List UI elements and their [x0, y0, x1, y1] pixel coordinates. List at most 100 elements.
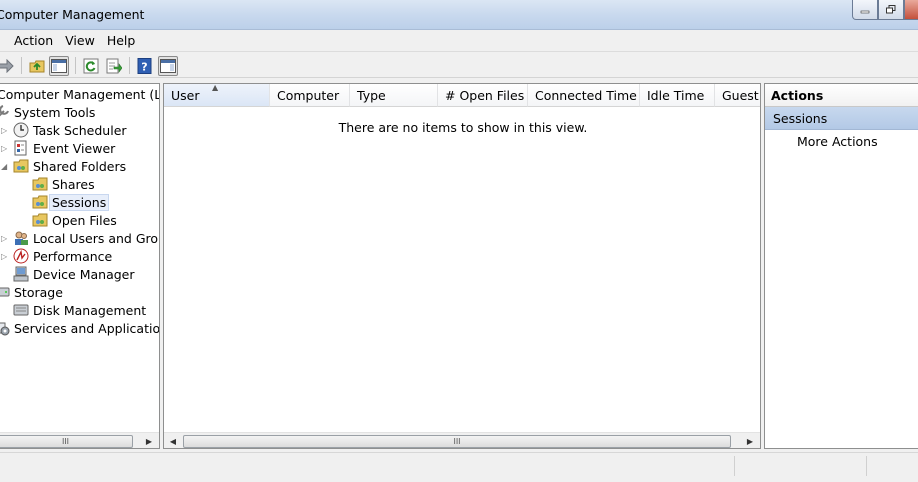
minimize-icon — [860, 10, 870, 13]
scroll-left-arrow-icon[interactable]: ◀ — [167, 435, 179, 448]
menu-help[interactable]: Help — [101, 33, 142, 48]
actions-pane: Actions Sessions More Actions — [764, 83, 918, 449]
toolbar-separator — [21, 57, 22, 74]
tree-horizontal-scrollbar[interactable]: III ▶ — [0, 432, 159, 448]
tree-item-label: Services and Applications — [14, 320, 160, 336]
column-header-connected-time[interactable]: Connected Time — [528, 84, 640, 107]
column-header-guest[interactable]: Guest — [715, 84, 760, 107]
scrollbar-thumb[interactable]: III — [0, 435, 133, 448]
clock-icon — [13, 122, 29, 138]
tree-item-label: Performance — [33, 248, 113, 264]
help-icon: ? — [137, 58, 152, 74]
tree-item-label: Computer Management (Local) — [0, 86, 159, 102]
tree-item-device-manager[interactable]: Device Manager — [13, 265, 135, 283]
column-header-type[interactable]: Type — [350, 84, 438, 107]
users-icon — [15, 231, 28, 245]
action-pane-icon — [160, 59, 176, 73]
menu-bar: Action View Help — [0, 30, 918, 52]
tree-item-open-files[interactable]: Open Files — [32, 211, 117, 229]
console-tree: Computer Management (Local) System Tools… — [0, 83, 160, 449]
tree-item-shared-folders[interactable]: Shared Folders — [13, 157, 126, 175]
column-label: Computer — [277, 88, 340, 103]
column-header-idle-time[interactable]: Idle Time — [640, 84, 715, 107]
column-header-user[interactable]: User ▲ — [164, 84, 270, 107]
export-list-button[interactable] — [104, 56, 124, 76]
tree-item-shares[interactable]: Shares — [32, 175, 95, 193]
device-manager-icon — [13, 266, 29, 282]
toolbar: ? — [0, 53, 918, 78]
status-pane-divider — [866, 456, 867, 476]
tree-item-label: Storage — [14, 284, 63, 300]
forward-arrow-icon — [0, 59, 14, 73]
tree-item-event-viewer[interactable]: Event Viewer — [13, 139, 115, 157]
column-header-computer[interactable]: Computer — [270, 84, 350, 107]
window-title: Computer Management — [0, 7, 145, 22]
tree-item-label: Shares — [52, 176, 95, 192]
tree-item-label: Shared Folders — [33, 158, 127, 174]
tree-item-label: Open Files — [52, 212, 117, 228]
minimize-button[interactable] — [852, 0, 878, 20]
expand-arrow-icon[interactable]: ▷ — [1, 235, 9, 243]
scroll-right-arrow-icon[interactable]: ▶ — [744, 435, 756, 448]
tree-item-task-scheduler[interactable]: Task Scheduler — [13, 121, 127, 139]
window-controls — [852, 0, 918, 20]
tree-item-label: Sessions — [49, 193, 110, 211]
tree-item-local-users-and-groups[interactable]: Local Users and Groups — [13, 229, 159, 247]
tree-item-label: Device Manager — [33, 266, 135, 282]
refresh-button[interactable] — [81, 56, 101, 76]
show-hide-action-pane-button[interactable] — [158, 56, 178, 76]
performance-icon — [13, 248, 29, 264]
column-header-open-files[interactable]: # Open Files — [438, 84, 528, 107]
scrollbar-thumb[interactable]: III — [183, 435, 731, 448]
tree-item-label: Local Users and Groups — [33, 230, 159, 246]
svg-text:?: ? — [141, 61, 147, 74]
services-icon — [0, 322, 10, 336]
expand-arrow-icon[interactable]: ▷ — [1, 253, 9, 261]
collapse-arrow-icon[interactable]: ◢ — [1, 163, 9, 171]
menu-view[interactable]: View — [59, 33, 101, 48]
maximize-button[interactable] — [878, 0, 904, 20]
title-bar: Computer Management — [0, 0, 918, 30]
column-label: Idle Time — [647, 88, 705, 103]
column-label: User — [171, 88, 200, 103]
column-label: # Open Files — [445, 88, 525, 103]
more-actions-item[interactable]: More Actions — [765, 130, 918, 154]
toolbar-separator — [129, 57, 130, 74]
tree-item-sessions[interactable]: Sessions — [32, 193, 110, 211]
expand-arrow-icon[interactable]: ▷ — [1, 145, 9, 153]
tree-item-computer-management[interactable]: Computer Management (Local) — [0, 85, 159, 103]
tree-item-services-and-applications[interactable]: Services and Applications — [0, 319, 160, 337]
tree-item-system-tools[interactable]: System Tools — [0, 103, 95, 121]
system-tools-icon — [0, 105, 9, 117]
console-tree-icon — [51, 59, 67, 73]
tree-item-label: Task Scheduler — [33, 122, 127, 138]
expand-arrow-icon[interactable]: ▷ — [1, 127, 9, 135]
disk-management-icon — [13, 304, 29, 316]
actions-section-sessions[interactable]: Sessions — [765, 107, 918, 130]
empty-list-message: There are no items to show in this view. — [338, 120, 588, 135]
tree-item-performance[interactable]: Performance — [13, 247, 112, 265]
status-pane-divider — [734, 456, 735, 476]
forward-button[interactable] — [0, 56, 16, 76]
shared-folder-icon — [13, 159, 29, 173]
tree-item-label: System Tools — [14, 104, 96, 120]
menu-action[interactable]: Action — [8, 33, 59, 48]
column-label: Connected Time — [535, 88, 637, 103]
tree-item-label: Event Viewer — [33, 140, 116, 156]
column-label: Guest — [722, 88, 759, 103]
folder-up-icon — [29, 60, 45, 73]
tree-item-label: Disk Management — [33, 302, 147, 318]
tree-item-disk-management[interactable]: Disk Management — [13, 301, 146, 319]
scroll-right-arrow-icon[interactable]: ▶ — [143, 435, 155, 448]
export-list-icon — [106, 58, 122, 74]
shared-folder-icon — [32, 195, 48, 209]
tree-item-storage[interactable]: Storage — [0, 283, 63, 301]
list-horizontal-scrollbar[interactable]: ◀ III ▶ — [164, 432, 760, 448]
help-button[interactable]: ? — [135, 56, 155, 76]
result-list: User ▲ Computer Type # Open Files Connec… — [163, 83, 761, 449]
shared-folder-icon — [32, 177, 48, 191]
up-one-level-button[interactable] — [27, 56, 47, 76]
close-button[interactable] — [904, 0, 918, 20]
actions-header: Actions — [765, 84, 918, 107]
show-hide-console-tree-button[interactable] — [49, 56, 69, 76]
